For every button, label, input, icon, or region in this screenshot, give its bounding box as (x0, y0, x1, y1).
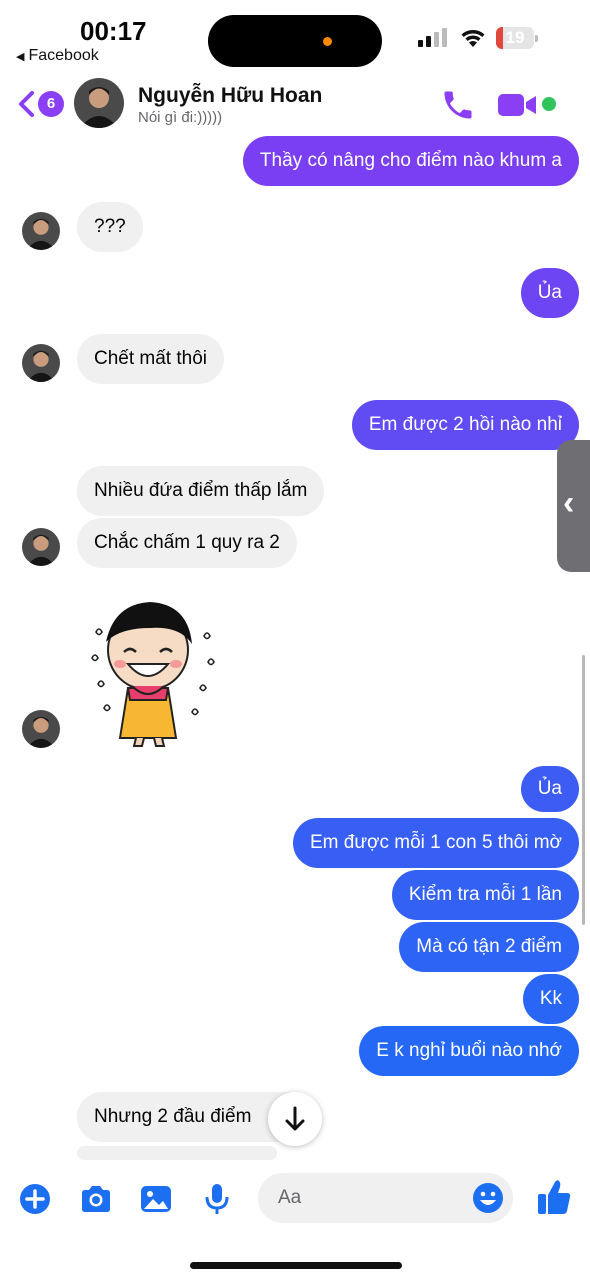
back-app-label: Facebook (28, 47, 99, 64)
arrow-down-icon (285, 1106, 305, 1131)
back-triangle-icon: ◀ (16, 51, 25, 63)
video-call-icon[interactable] (496, 88, 540, 122)
crying-girl-sticker[interactable] (84, 592, 224, 752)
message-bubble-received[interactable]: ??? (77, 202, 143, 252)
camera-icon[interactable] (79, 1182, 113, 1216)
battery-icon: 19 (496, 27, 538, 49)
message-bubble-sent[interactable]: Em được mỗi 1 con 5 thôi mờ (292, 818, 579, 868)
side-panel-handle[interactable]: ‹ (557, 440, 590, 572)
sender-avatar[interactable] (22, 528, 60, 566)
sender-avatar[interactable] (22, 710, 60, 748)
contact-status: Nói gì đi:))))) (138, 109, 223, 126)
message-bubble-sent[interactable]: Ủa (520, 268, 579, 318)
phone-call-icon[interactable] (440, 87, 476, 123)
battery-percent: 19 (505, 28, 525, 47)
message-input[interactable]: Aa (258, 1173, 513, 1223)
message-bubble-sent[interactable]: Kiểm tra mỗi 1 lần (391, 870, 579, 920)
sender-avatar[interactable] (22, 212, 60, 250)
message-bubble-sent[interactable]: Ủa (520, 766, 579, 812)
back-button[interactable]: 6 (16, 90, 64, 118)
scroll-to-bottom-button[interactable] (268, 1092, 322, 1146)
recording-indicator-dot (323, 37, 332, 46)
emoji-icon[interactable] (472, 1182, 504, 1214)
conversation-header: 6 Nguyễn Hữu Hoan Nói gì đi:))))) (0, 72, 590, 138)
chevron-left-icon (19, 91, 34, 117)
wifi-icon (461, 30, 485, 47)
status-time: 00:17 (80, 16, 147, 46)
status-bar: 00:17 ◀ Facebook 19 (0, 0, 590, 72)
image-icon[interactable] (139, 1182, 173, 1216)
dynamic-island (208, 15, 382, 67)
home-indicator (190, 1262, 402, 1269)
message-bubble-received[interactable]: Chết mất thôi (77, 334, 224, 384)
sender-avatar[interactable] (22, 344, 60, 382)
like-icon[interactable] (536, 1178, 572, 1216)
microphone-icon[interactable] (200, 1182, 234, 1216)
message-bubble-received[interactable]: Nhiều đứa điểm thấp lắm (77, 466, 325, 516)
message-bubble-sent[interactable]: Thầy có nâng cho điểm nào khum a (242, 136, 579, 186)
back-to-app-link[interactable]: ◀ Facebook (16, 47, 99, 65)
message-bubble-sent[interactable]: Em được 2 hồi nào nhỉ (351, 400, 579, 450)
message-bubble-received[interactable]: Chắc chấm 1 quy ra 2 (77, 518, 297, 568)
message-bubble-sent[interactable]: E k nghỉ buổi nào nhớ (359, 1026, 579, 1076)
chevron-left-icon: ‹ (563, 484, 575, 522)
cellular-signal-icon (418, 28, 447, 47)
contact-name[interactable]: Nguyễn Hữu Hoan (138, 84, 322, 108)
scrollbar[interactable] (582, 655, 585, 925)
message-bubble-sent[interactable]: Kk (522, 974, 579, 1024)
online-status-dot (542, 97, 556, 111)
message-input-placeholder: Aa (278, 1187, 302, 1208)
message-bubble-sent[interactable]: Mà có tận 2 điểm (399, 922, 579, 972)
plus-icon[interactable] (18, 1182, 52, 1216)
message-bubble-received-partial[interactable] (77, 1146, 277, 1160)
message-composer: Aa (0, 1160, 590, 1240)
contact-avatar[interactable] (74, 78, 124, 128)
unread-count-badge: 6 (38, 91, 64, 117)
